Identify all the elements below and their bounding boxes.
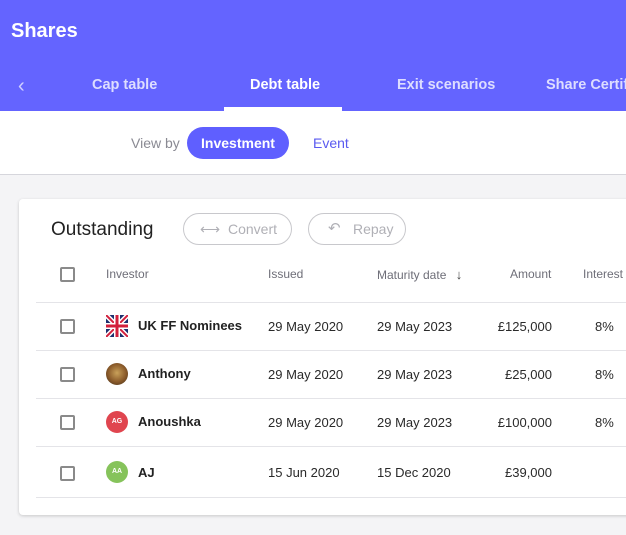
avatar (106, 363, 128, 385)
issued-date: 29 May 2020 (268, 415, 344, 430)
issued-date: 15 Jun 2020 (268, 465, 340, 480)
app-header: Shares ‹ Cap table Debt table Exit scena… (0, 0, 626, 111)
maturity-date: 29 May 2023 (377, 367, 453, 382)
issued-date: 29 May 2020 (268, 319, 344, 334)
table-row[interactable]: AA AJ 15 Jun 2020 15 Dec 2020 £39,000 (19, 446, 626, 497)
undo-icon: ↶ (328, 220, 341, 237)
outstanding-card: Outstanding ⟷ Convert ↶ Repay Investor I… (19, 199, 626, 515)
tab-cap-table[interactable]: Cap table (92, 77, 157, 93)
column-header-interest[interactable]: Interest (583, 267, 623, 281)
divider (36, 497, 626, 498)
avatar: AG (106, 411, 128, 433)
chevron-left-icon[interactable]: ‹ (18, 76, 36, 96)
amount: £100,000 (497, 415, 552, 430)
section-title: Outstanding (51, 219, 154, 240)
interest-rate: 8% (595, 319, 614, 334)
convert-button[interactable]: ⟷ Convert (183, 213, 292, 245)
amount: £25,000 (505, 367, 552, 382)
column-header-amount[interactable]: Amount (510, 267, 551, 281)
avatar: AA (106, 461, 128, 483)
view-by-event-button[interactable]: Event (313, 135, 349, 151)
row-checkbox[interactable] (60, 319, 75, 334)
interest-rate: 8% (595, 367, 614, 382)
sort-descending-icon: ↓ (455, 267, 463, 282)
view-by-label: View by (131, 135, 180, 151)
row-checkbox[interactable] (60, 466, 75, 481)
column-header-investor[interactable]: Investor (106, 267, 149, 281)
investor-name[interactable]: AJ (138, 465, 155, 480)
tab-debt-table[interactable]: Debt table (250, 77, 320, 93)
convert-icon: ⟷ (200, 221, 221, 237)
column-header-maturity-date[interactable]: Maturity date ↓ (377, 267, 462, 282)
column-header-issued[interactable]: Issued (268, 267, 303, 281)
issued-date: 29 May 2020 (268, 367, 344, 382)
maturity-date: 29 May 2023 (377, 415, 453, 430)
investor-name[interactable]: UK FF Nominees (138, 318, 242, 333)
tab-exit-scenarios[interactable]: Exit scenarios (397, 77, 495, 93)
investor-name[interactable]: Anthony (138, 366, 191, 381)
tab-share-certificates[interactable]: Share Certifi (546, 77, 626, 93)
amount: £39,000 (505, 465, 552, 480)
maturity-date: 15 Dec 2020 (377, 465, 451, 480)
row-checkbox[interactable] (60, 367, 75, 382)
amount: £125,000 (497, 319, 552, 334)
app-title: Shares (11, 20, 78, 42)
uk-flag-icon (106, 315, 128, 337)
table-row[interactable]: Anthony 29 May 2020 29 May 2023 £25,000 … (19, 350, 626, 398)
interest-rate: 8% (595, 415, 614, 430)
select-all-checkbox[interactable] (60, 267, 75, 282)
table-row[interactable]: UK FF Nominees 29 May 2020 29 May 2023 £… (19, 302, 626, 350)
maturity-date: 29 May 2023 (377, 319, 453, 334)
view-by-investment-button[interactable]: Investment (187, 127, 289, 159)
row-checkbox[interactable] (60, 415, 75, 430)
view-by-bar: View by Investment Event (0, 111, 626, 175)
investor-name[interactable]: Anoushka (138, 414, 201, 429)
repay-button[interactable]: ↶ Repay (308, 213, 406, 245)
table-row[interactable]: AG Anoushka 29 May 2020 29 May 2023 £100… (19, 398, 626, 446)
